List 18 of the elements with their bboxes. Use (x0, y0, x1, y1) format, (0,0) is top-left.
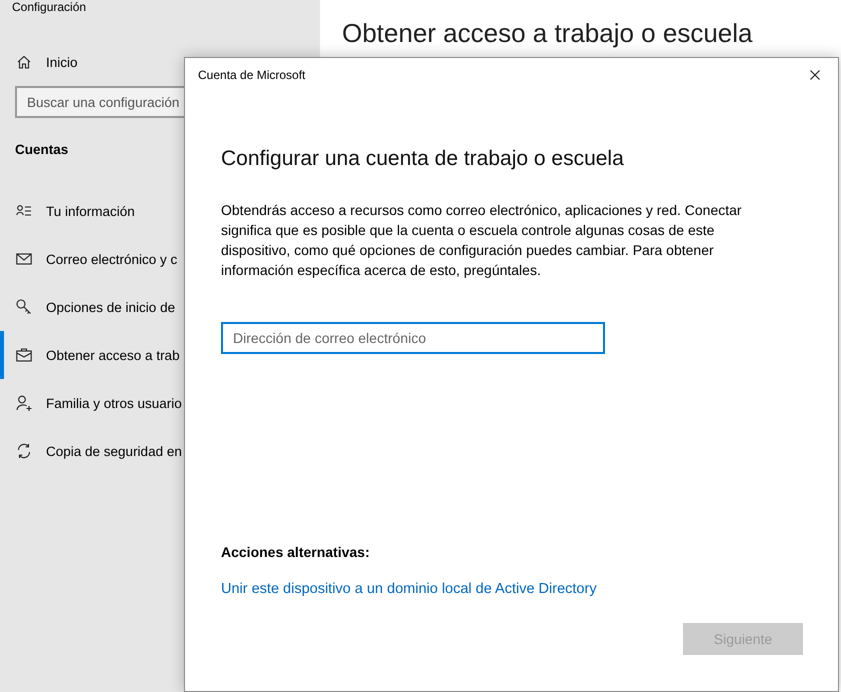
page-heading: Obtener acceso a trabajo o escuela (342, 18, 754, 48)
dialog-title: Cuenta de Microsoft (198, 68, 306, 82)
domain-join-link[interactable]: Unir este dispositivo a un dominio local de Active Directory (221, 581, 597, 597)
section-heading: Cuentas (15, 142, 70, 157)
dialog-heading: Configurar una cuenta de trabajo o escuela (221, 147, 624, 171)
sidebar-item[interactable]: Copia de seguridad en (0, 427, 320, 475)
email-field[interactable]: Dirección de correo electrónico (221, 322, 605, 354)
mail-icon (16, 251, 32, 267)
home-icon (16, 54, 32, 70)
person-add-icon (16, 395, 32, 411)
window-title: Configuración (12, 0, 88, 14)
alternative-actions-heading: Acciones alternativas: (221, 544, 370, 560)
description-text: Obtendrás acceso a recursos como correo electrónico, aplicaciones y red. Conectar significa que es posible que la cuenta o escuela controle algunas cosas de este dispositivo, como qué opciones de configuración puedes cambiar. Para obtener información específica acerca de esto, pregúntales. (221, 201, 743, 280)
close-icon (810, 70, 820, 80)
briefcase-icon (16, 347, 32, 363)
sidebar-item[interactable]: Familia y otros usuario (0, 379, 320, 427)
key-icon (16, 299, 32, 315)
sync-icon (16, 443, 32, 459)
